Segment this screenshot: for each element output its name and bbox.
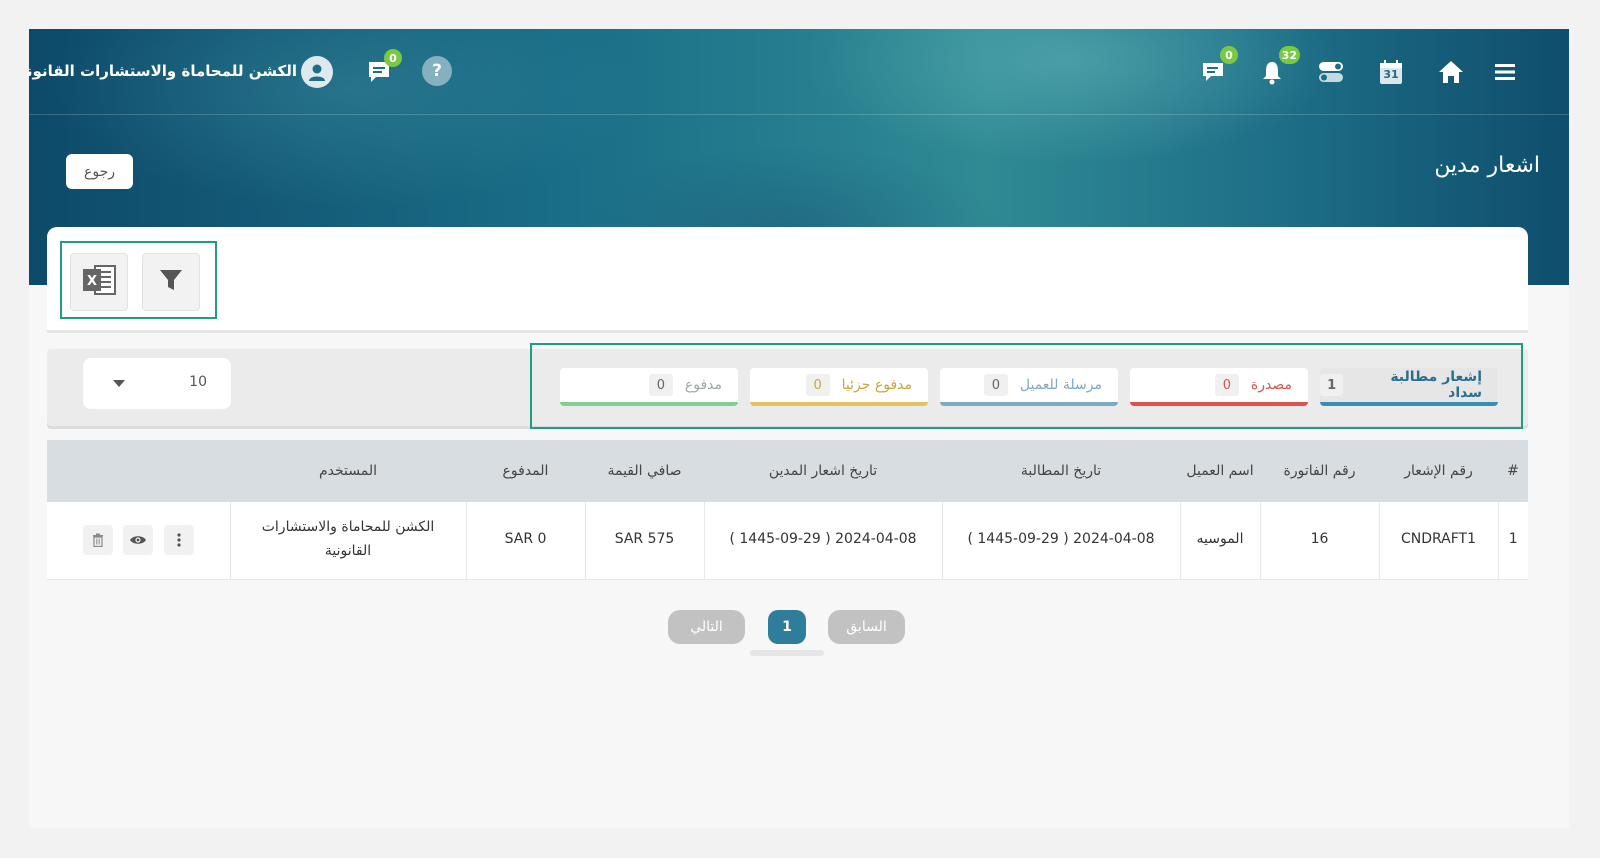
row-actions (47, 502, 230, 580)
table-cell: SAR 575 (584, 502, 704, 580)
col-header: اسم العميل (1186, 462, 1254, 479)
table-cell: CNDRAFT1 (1378, 502, 1498, 580)
top-bar: الكشن للمحاماة والاستشارات القانونية 0 ?… (29, 29, 1569, 115)
back-button[interactable]: رجوع (66, 154, 133, 189)
app-window: الكشن للمحاماة والاستشارات القانونية 0 ?… (29, 29, 1569, 828)
actions-col-header (47, 440, 230, 502)
col-header: رقم الفاتورة (1283, 462, 1356, 479)
page-title: اشعار مدين (1434, 153, 1540, 178)
tab-paid[interactable]: مدفوع 0 (560, 368, 738, 406)
toolbar-actions: X (60, 241, 217, 319)
filter-icon (157, 266, 185, 298)
page-size-select[interactable]: 10 (83, 358, 231, 409)
col-header: صافي القيمة (607, 462, 682, 479)
excel-glyph: X (87, 274, 97, 289)
view-eye-icon[interactable] (123, 525, 154, 556)
status-strip: 10 إشعار مطالبة سداد 1 مصدرة 0 مرسلة للع… (47, 343, 1528, 429)
tab-payment-request[interactable]: إشعار مطالبة سداد 1 (1320, 368, 1498, 406)
tab-count: 1 (1320, 374, 1344, 396)
page-1-button[interactable]: 1 (768, 610, 806, 644)
table-row: 1 CNDRAFT1 16 الموسيه 2024-04-08 ( 1445-… (47, 502, 1528, 580)
active-page-indicator (750, 650, 824, 656)
tab-count: 0 (983, 374, 1008, 396)
col-header: # (1507, 462, 1519, 479)
help-icon[interactable]: ? (422, 56, 452, 86)
org-name: الكشن للمحاماة والاستشارات القانونية (29, 62, 297, 80)
user-avatar-icon[interactable] (301, 56, 333, 88)
delete-trash-icon[interactable] (82, 525, 113, 556)
debit-notes-table: # رقم الإشعار رقم الفاتورة اسم العميل تا… (47, 440, 1528, 580)
table-cell: 2024-04-08 ( 1445-09-29 ) (703, 502, 942, 580)
col-header: تاريخ المطالبة (1020, 462, 1102, 479)
calendar-day: 31 (1383, 68, 1399, 81)
more-options-icon[interactable] (163, 525, 194, 556)
tab-issued[interactable]: مصدرة 0 (1130, 368, 1308, 406)
excel-export-button[interactable]: X (70, 253, 128, 311)
table-cell: الموسيه (1179, 502, 1260, 580)
toolbar-card: X (47, 227, 1528, 330)
tab-count: 0 (648, 374, 673, 396)
col-header: المدفوع (502, 462, 549, 479)
table-header-row: # رقم الإشعار رقم الفاتورة اسم العميل تا… (47, 440, 1528, 502)
home-icon[interactable] (1435, 56, 1467, 88)
tab-sent-to-client[interactable]: مرسلة للعميل 0 (940, 368, 1118, 406)
chat-badge: 0 (384, 49, 402, 67)
messages-badge: 0 (1220, 46, 1238, 64)
chat-icon[interactable]: 0 (363, 49, 402, 88)
tab-partially-paid[interactable]: مدفوع جزئيا 0 (750, 368, 928, 406)
calendar-icon[interactable]: 31 (1375, 56, 1407, 88)
table-cell: 1 (1497, 502, 1528, 580)
table-cell: 2024-04-08 ( 1445-09-29 ) (941, 502, 1180, 580)
excel-icon: X (81, 263, 117, 301)
notifications-badge: 32 (1278, 46, 1300, 64)
col-header: المستخدم (318, 462, 378, 479)
table-cell: SAR 0 (465, 502, 585, 580)
chevron-down-icon (113, 380, 125, 387)
prev-page-button[interactable]: السابق (828, 610, 905, 644)
tab-count: 0 (1214, 374, 1239, 396)
col-header: رقم الإشعار (1404, 462, 1473, 479)
notifications-bell-icon[interactable]: 32 (1256, 46, 1300, 88)
page-size-value: 10 (189, 374, 207, 390)
col-header: تاريخ اشعار المدين (768, 462, 878, 479)
messages-icon[interactable]: 0 (1197, 46, 1238, 88)
table-cell: الكشن للمحاماة والاستشارات القانونية (229, 502, 466, 580)
tab-count: 0 (805, 374, 830, 396)
next-page-button[interactable]: التالي (668, 610, 745, 644)
help-glyph: ? (432, 61, 442, 81)
table-cell: 16 (1259, 502, 1379, 580)
status-tabs: إشعار مطالبة سداد 1 مصدرة 0 مرسلة للعميل… (530, 343, 1523, 429)
toggle-settings-icon[interactable] (1315, 56, 1347, 88)
filter-button[interactable] (142, 253, 200, 311)
hamburger-menu-icon[interactable] (1489, 56, 1521, 88)
